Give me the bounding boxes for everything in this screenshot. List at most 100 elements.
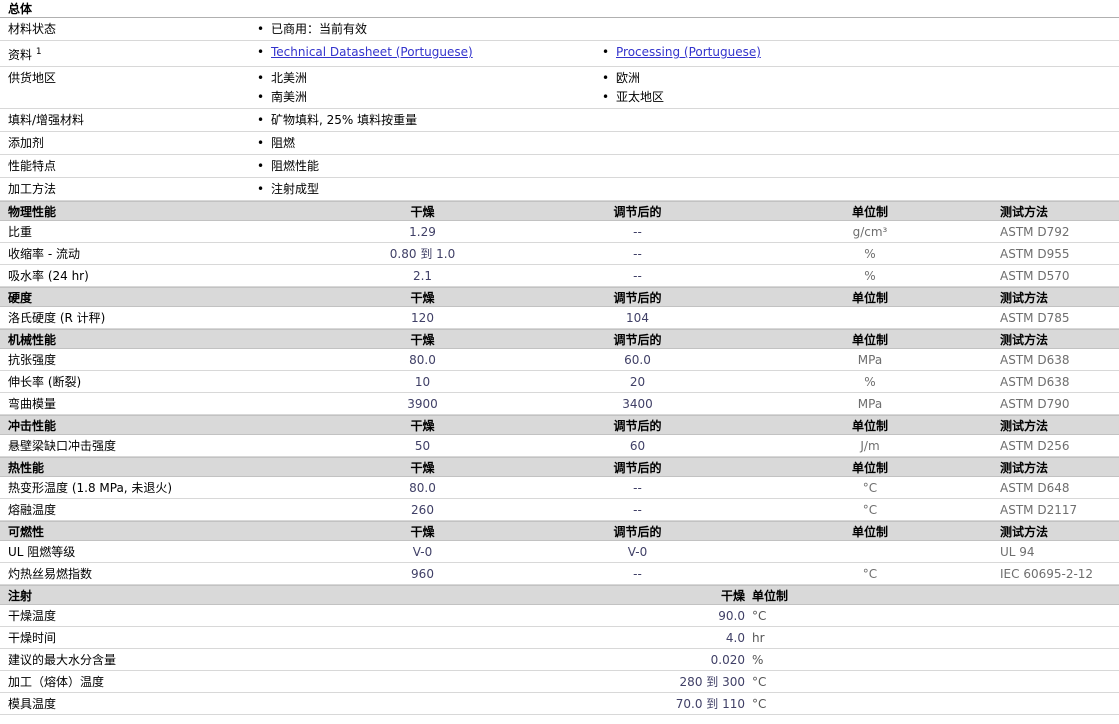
section-title: 可燃性 (8, 524, 45, 539)
general-row-resources: 资料 1 • Technical Datasheet (Portuguese) … (0, 41, 1119, 67)
property-row: 吸水率 (24 hr) 2.1 -- % ASTM D570 (0, 265, 1119, 287)
additive-value: 阻燃 (271, 136, 296, 150)
unit-value: J/m (860, 438, 880, 453)
unit-value: °C (752, 608, 767, 623)
column-header-conditioned: 调节后的 (613, 418, 662, 433)
bullet-item: • Technical Datasheet (Portuguese) (257, 43, 594, 62)
property-name: 抗张强度 (8, 353, 57, 367)
bullet-icon: • (257, 136, 265, 150)
bullet-item: • Processing (Portuguese) (602, 43, 1119, 62)
bullet-icon: • (257, 45, 265, 59)
property-name: 熔融温度 (8, 503, 57, 517)
dry-value: 280 到 300 (679, 675, 745, 689)
dry-value: 80.0 (409, 352, 436, 367)
column-header-conditioned: 调节后的 (613, 290, 662, 305)
column-header-method: 测试方法 (1000, 418, 1049, 433)
injection-row: 干燥温度 90.0 °C (0, 605, 1119, 627)
injection-row: 干燥时间 4.0 hr (0, 627, 1119, 649)
property-row: 洛氏硬度 (R 计秤) 120 104 ASTM D785 (0, 307, 1119, 329)
features-value: 阻燃性能 (271, 159, 320, 173)
section-header-mechanical: 机械性能 干燥 调节后的 单位制 测试方法 (0, 329, 1119, 349)
injection-row: 加工（熔体）温度 280 到 300 °C (0, 671, 1119, 693)
test-method: ASTM D955 (1000, 246, 1070, 261)
property-name: 模具温度 (8, 697, 57, 711)
bullet-icon: • (257, 113, 265, 127)
dry-value: 0.020 (710, 652, 745, 667)
bullet-item: • 北美洲 (257, 69, 594, 88)
bullet-item: • 注射成型 (257, 180, 594, 199)
unit-value: % (864, 246, 876, 261)
bullet-item: • 南美洲 (257, 88, 594, 107)
column-header-method: 测试方法 (1000, 332, 1049, 347)
processing-document-link[interactable]: Processing (Portuguese) (616, 43, 761, 62)
property-name: UL 阻燃等级 (8, 545, 76, 559)
bullet-item: • 亚太地区 (602, 88, 1119, 107)
dry-value: 2.1 (412, 268, 433, 283)
conditioned-value: -- (633, 566, 642, 581)
general-row-availability: 供货地区 • 北美洲 • 南美洲 • 欧洲 • 亚太地区 (0, 67, 1119, 109)
column-header-dry: 干燥 (410, 460, 435, 475)
bullet-item: • 阻燃 (257, 134, 594, 153)
section-header-hardness: 硬度 干燥 调节后的 单位制 测试方法 (0, 287, 1119, 307)
general-row-features: 性能特点 • 阻燃性能 (0, 155, 1119, 178)
bullet-icon: • (257, 71, 265, 85)
section-title: 注射 (8, 588, 33, 603)
general-row-processing-method: 加工方法 • 注射成型 (0, 178, 1119, 201)
dry-value: 1.29 (409, 224, 436, 239)
test-method: ASTM D792 (1000, 224, 1070, 239)
unit-value: % (864, 374, 876, 389)
region: 北美洲 (271, 71, 308, 85)
general-row-additive: 添加剂 • 阻燃 (0, 132, 1119, 155)
conditioned-value: 3400 (622, 396, 653, 411)
column-header-method: 测试方法 (1000, 204, 1049, 219)
property-row: UL 阻燃等级 V-0 V-0 UL 94 (0, 541, 1119, 563)
section-title: 硬度 (8, 290, 33, 305)
property-row: 伸长率 (断裂) 10 20 % ASTM D638 (0, 371, 1119, 393)
column-header-unit: 单位制 (851, 332, 888, 347)
section-title: 冲击性能 (8, 418, 57, 433)
property-row: 收缩率 - 流动 0.80 到 1.0 -- % ASTM D955 (0, 243, 1119, 265)
property-row: 抗张强度 80.0 60.0 MPa ASTM D638 (0, 349, 1119, 371)
property-row: 弯曲模量 3900 3400 MPa ASTM D790 (0, 393, 1119, 415)
section-header-general: 总体 (0, 0, 1119, 18)
dry-value: 90.0 (718, 608, 745, 623)
column-header-method: 测试方法 (1000, 524, 1049, 539)
property-name: 收缩率 - 流动 (8, 247, 80, 261)
bullet-icon: • (602, 71, 610, 85)
property-name: 灼热丝易燃指数 (8, 567, 93, 581)
conditioned-value: V-0 (627, 544, 648, 559)
dry-value: 4.0 (725, 630, 745, 645)
section-header-impact: 冲击性能 干燥 调节后的 单位制 测试方法 (0, 415, 1119, 435)
property-row: 热变形温度 (1.8 MPa, 未退火) 80.0 -- °C ASTM D64… (0, 477, 1119, 499)
row-label: 供货地区 (8, 71, 57, 85)
conditioned-value: 60.0 (624, 352, 651, 367)
column-header-conditioned: 调节后的 (613, 332, 662, 347)
bullet-icon: • (257, 22, 265, 36)
column-header-dry: 干燥 (410, 418, 435, 433)
column-header-dry: 干燥 (720, 588, 745, 603)
footnote-marker: 1 (35, 47, 42, 57)
dry-value: 0.80 到 1.0 (389, 247, 456, 261)
row-label: 加工方法 (8, 182, 57, 196)
property-name: 建议的最大水分含量 (8, 653, 117, 667)
injection-row: 模具温度 70.0 到 110 °C (0, 693, 1119, 715)
general-row-material-status: 材料状态 • 已商用：当前有效 (0, 18, 1119, 41)
bullet-icon: • (257, 182, 265, 196)
property-name: 伸长率 (断裂) (8, 375, 82, 389)
unit-value: °C (862, 502, 878, 517)
technical-datasheet-link[interactable]: Technical Datasheet (Portuguese) (271, 43, 473, 62)
processing-method-value: 注射成型 (271, 182, 320, 196)
column-header-unit: 单位制 (851, 524, 888, 539)
region: 欧洲 (616, 71, 641, 85)
section-header-injection: 注射 干燥 单位制 (0, 585, 1119, 605)
row-label: 填料/增强材料 (8, 113, 85, 127)
test-method: ASTM D256 (1000, 438, 1070, 453)
unit-value: °C (862, 480, 878, 495)
column-header-dry: 干燥 (410, 204, 435, 219)
injection-row: 建议的最大水分含量 0.020 % (0, 649, 1119, 671)
test-method: ASTM D790 (1000, 396, 1070, 411)
region: 南美洲 (271, 90, 308, 104)
dry-value: 960 (411, 566, 434, 581)
material-status-value: 已商用：当前有效 (271, 22, 368, 36)
row-label: 资料 1 (8, 47, 42, 62)
